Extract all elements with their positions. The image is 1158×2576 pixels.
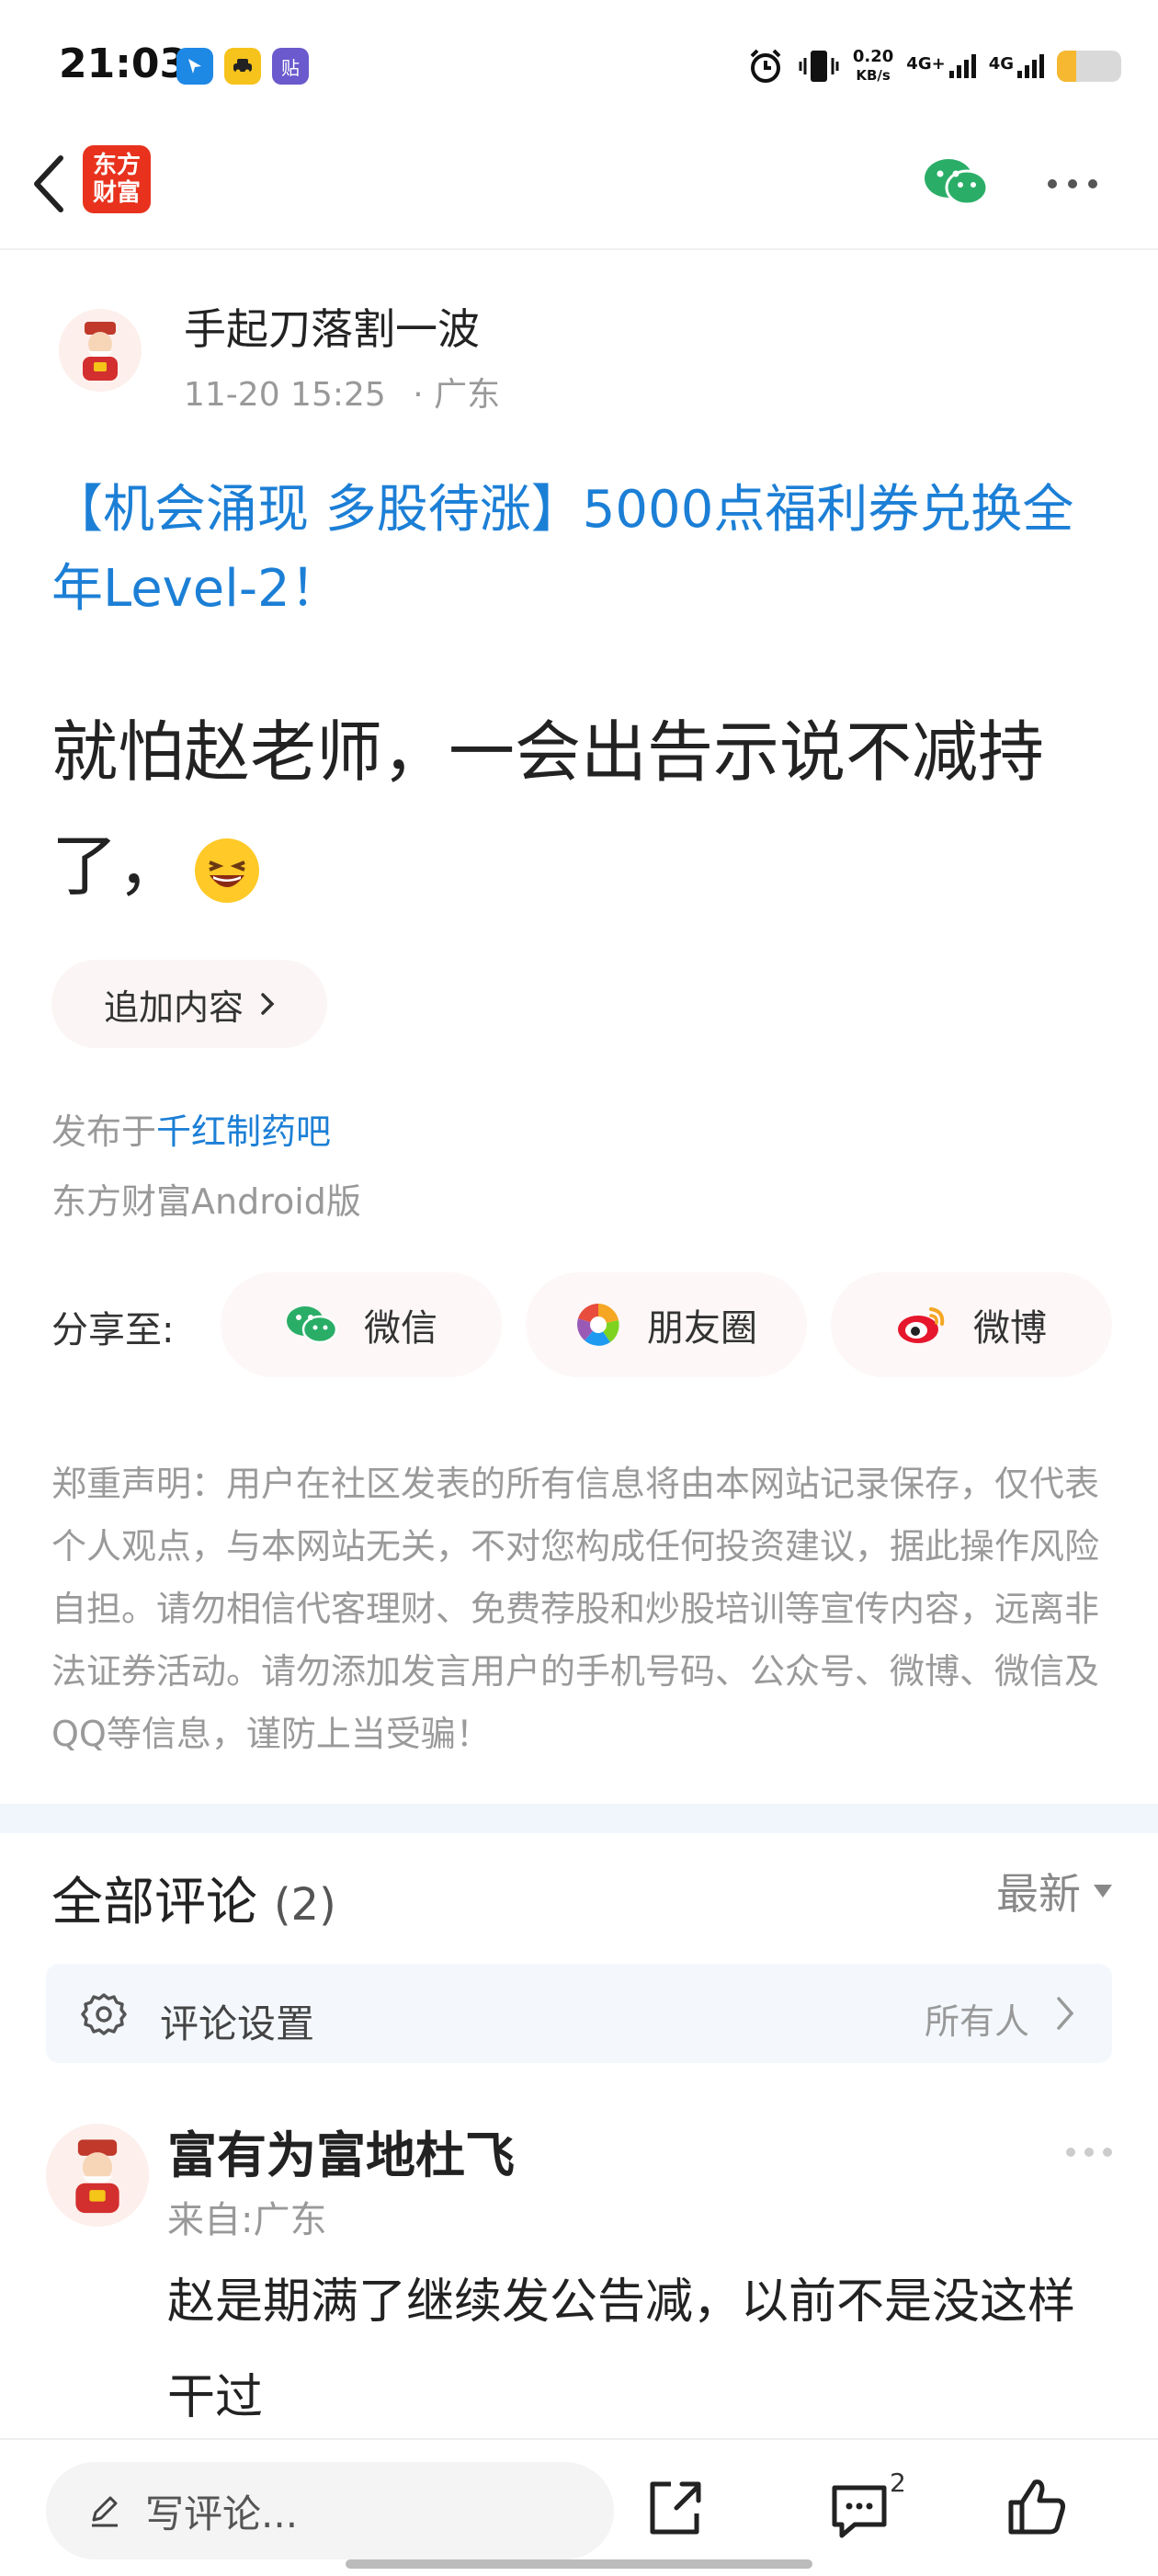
wechat-share-button[interactable]: [923, 156, 989, 208]
nav-divider: [0, 248, 1158, 250]
chevron-right-icon: [1057, 1997, 1074, 2030]
append-content-label: 追加内容: [103, 986, 244, 1028]
published-in: 发布于千红制药吧: [51, 1103, 331, 1154]
comments-button[interactable]: 2: [827, 2468, 910, 2547]
dot-icon: [1084, 2148, 1094, 2157]
post-title[interactable]: 【机会涌现 多股待涨】5000点福利券兑换全年Level-2！: [51, 471, 1118, 629]
like-thumb-icon[interactable]: [1005, 2475, 1070, 2539]
back-arrow-icon: [34, 155, 63, 212]
comment-settings-value: 所有人: [924, 2001, 1029, 2042]
comment-text: 赵是期满了继续发公告减，以前不是没这样干过: [167, 2274, 1076, 2425]
client-source: 东方财富Android版: [51, 1181, 361, 1222]
post-body: 就怕赵老师，一会出告示说不减持了，: [51, 695, 1127, 923]
dot-icon: [1066, 2148, 1075, 2157]
share-wechat-label: 微信: [364, 1307, 437, 1350]
gear-icon: [81, 1993, 127, 2035]
pencil-icon: [92, 2496, 118, 2527]
write-comment-input[interactable]: 写评论...: [46, 2462, 614, 2559]
disclaimer-text: 郑重声明：用户在社区发表的所有信息将由本网站记录保存，仅代表个人观点，与本网站无…: [51, 1464, 1100, 1754]
append-content-button[interactable]: 追加内容: [51, 960, 327, 1048]
published-prefix: 发布于: [51, 1111, 157, 1152]
share-weibo-button[interactable]: 微博: [831, 1272, 1112, 1377]
bottom-toolbar: 写评论... 2: [0, 2438, 1158, 2576]
comments-title-label: 全部评论: [51, 1873, 257, 1932]
speed-value: 0.20: [852, 47, 894, 66]
wechat-icon: [925, 159, 989, 206]
dot-icon: [1048, 179, 1057, 188]
write-comment-placeholder: 写评论...: [145, 2491, 299, 2536]
signal-1: 4G+: [906, 54, 976, 78]
share-moments-button[interactable]: 朋友圈: [526, 1272, 807, 1377]
more-options-button[interactable]: [1048, 175, 1112, 193]
comments-count: (2): [273, 1879, 336, 1931]
car-icon: [224, 48, 261, 85]
weibo-icon: [898, 1307, 945, 1343]
home-indicator: [346, 2559, 812, 2569]
logo-line2: 财富: [92, 179, 141, 207]
share-out-icon[interactable]: [643, 2477, 708, 2541]
comment-settings-label: 评论设置: [160, 2001, 315, 2046]
share-label: 分享至:: [51, 1309, 175, 1351]
author-avatar[interactable]: [59, 309, 142, 392]
comment-more-button[interactable]: [1066, 2148, 1112, 2157]
forum-link[interactable]: 千红制药吧: [156, 1111, 331, 1152]
wechat-icon: [287, 1306, 338, 1344]
status-right: 0.20 KB/s 4G+ 4G: [746, 40, 1121, 92]
chevron-right-icon: [261, 993, 275, 1015]
comment-count-badge: 2: [890, 2468, 906, 2498]
section-divider: [0, 1804, 1158, 1833]
commenter-location: 来自:广东: [167, 2199, 327, 2241]
share-wechat-button[interactable]: 微信: [221, 1272, 502, 1377]
commenter-name[interactable]: 富有为富地杜飞: [167, 2114, 515, 2187]
signal-1-label: 4G+: [906, 54, 946, 74]
alarm-icon: [750, 49, 781, 83]
post-date: 11-20 15:25: [184, 376, 386, 414]
battery-icon: [1057, 51, 1121, 82]
laughing-emoji-icon: [195, 838, 260, 904]
back-button[interactable]: [22, 147, 77, 221]
comments-title: 全部评论 (2): [51, 1861, 336, 1935]
dot-icon: [1068, 179, 1077, 188]
share-weibo-label: 微博: [973, 1307, 1047, 1350]
status-time: 21:03: [59, 40, 188, 87]
sort-dropdown[interactable]: 最新: [996, 1861, 1112, 1921]
post-meta: 11-20 15:25 · 广东: [184, 368, 500, 416]
dot-icon: [1103, 2148, 1112, 2157]
signal-2-label: 4G: [988, 54, 1014, 74]
moments-icon: [577, 1303, 619, 1346]
signal-2: 4G: [989, 54, 1044, 78]
post-location: · 广东: [413, 376, 501, 414]
network-speed: 0.20 KB/s: [853, 48, 893, 85]
comment-bubble-icon: [832, 2485, 887, 2538]
share-moments-label: 朋友圈: [647, 1307, 757, 1350]
comment-settings-row[interactable]: 评论设置 所有人: [46, 1964, 1112, 2063]
vibrate-icon: [799, 51, 839, 82]
navigation-icon: [176, 48, 213, 85]
app-logo[interactable]: 东方 财富: [83, 145, 151, 213]
logo-line1: 东方: [92, 152, 141, 179]
sort-label: 最新: [996, 1869, 1081, 1919]
speed-unit: KB/s: [856, 67, 891, 84]
caret-down-icon: [1094, 1885, 1112, 1898]
dot-icon: [1088, 179, 1097, 188]
author-name[interactable]: 手起刀落割一波: [184, 296, 480, 357]
commenter-avatar[interactable]: [46, 2124, 149, 2227]
sticker-icon: 贴: [272, 48, 309, 85]
